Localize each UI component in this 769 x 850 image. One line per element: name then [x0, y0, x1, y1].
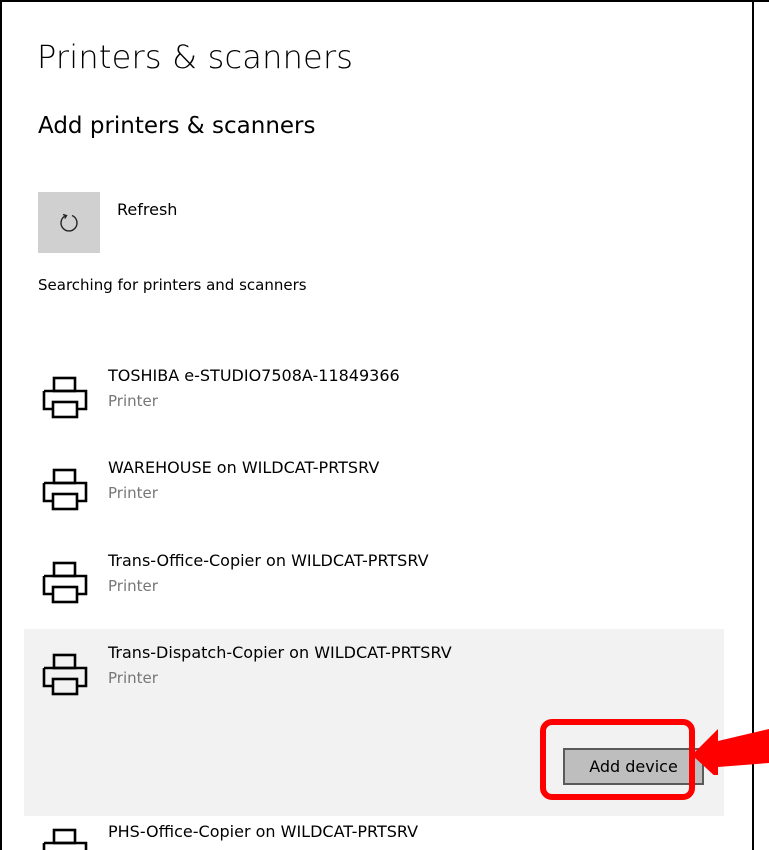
device-item-selected[interactable]: Trans-Dispatch-Copier on WILDCAT-PRTSRV …: [24, 629, 724, 816]
add-device-button[interactable]: Add device: [563, 748, 704, 785]
device-name: Trans-Office-Copier on WILDCAT-PRTSRV: [108, 551, 429, 570]
device-type: Printer: [108, 484, 158, 502]
device-item[interactable]: TOSHIBA e-STUDIO7508A-11849366 Printer: [24, 352, 724, 428]
device-name: Trans-Dispatch-Copier on WILDCAT-PRTSRV: [108, 643, 452, 662]
window-top-border: [0, 0, 769, 2]
device-item[interactable]: Trans-Office-Copier on WILDCAT-PRTSRV Pr…: [24, 537, 724, 613]
device-type: Printer: [108, 669, 158, 687]
settings-window: Printers & scanners Add printers & scann…: [0, 0, 769, 850]
device-name: TOSHIBA e-STUDIO7508A-11849366: [108, 366, 400, 385]
printer-icon: [42, 828, 88, 850]
section-title: Add printers & scanners: [38, 113, 316, 139]
printer-icon: [42, 376, 88, 419]
window-right-border: [752, 0, 754, 850]
search-status: Searching for printers and scanners: [38, 276, 307, 294]
window-left-border: [0, 0, 2, 850]
device-item[interactable]: WAREHOUSE on WILDCAT-PRTSRV Printer: [24, 444, 724, 520]
page-title: Printers & scanners: [37, 38, 354, 76]
refresh-button[interactable]: [38, 192, 100, 253]
device-item[interactable]: PHS-Office-Copier on WILDCAT-PRTSRV: [24, 812, 724, 850]
printer-icon: [42, 561, 88, 604]
printer-icon: [42, 468, 88, 511]
device-name: PHS-Office-Copier on WILDCAT-PRTSRV: [108, 822, 419, 841]
printer-icon: [42, 653, 88, 696]
device-type: Printer: [108, 392, 158, 410]
refresh-icon: [60, 213, 78, 232]
device-name: WAREHOUSE on WILDCAT-PRTSRV: [108, 458, 380, 477]
refresh-label[interactable]: Refresh: [117, 200, 177, 219]
device-type: Printer: [108, 577, 158, 595]
